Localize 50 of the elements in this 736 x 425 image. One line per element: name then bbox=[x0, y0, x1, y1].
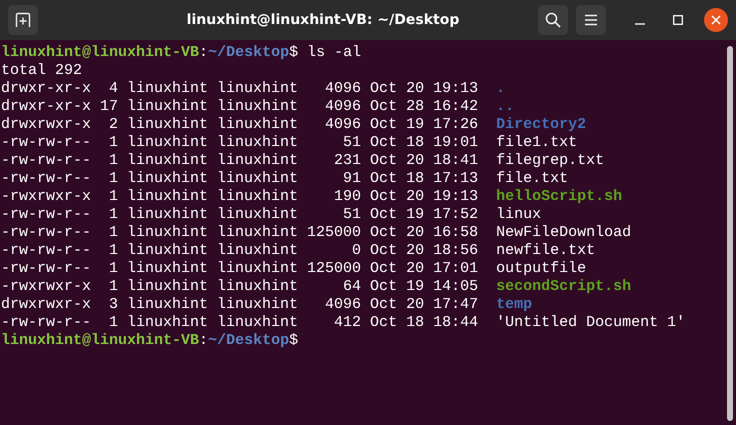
file-details: -rw-rw-r-- 1 linuxhint linuxhint 125000 Oct 20 16:58 bbox=[1, 224, 478, 241]
prompt-user-host: linuxhint@linuxhint-VB bbox=[1, 44, 200, 61]
prompt-separator: : bbox=[199, 332, 208, 349]
prompt-symbol: $ bbox=[289, 332, 298, 349]
file-details: drwxr-xr-x 4 linuxhint linuxhint 4096 Oct 20 19:13 bbox=[1, 80, 478, 97]
prompt-symbol: $ bbox=[289, 44, 298, 61]
file-details: -rw-rw-r-- 1 linuxhint linuxhint 51 Oct 19 17:52 bbox=[1, 206, 478, 223]
search-button[interactable] bbox=[538, 5, 568, 35]
window-title: linuxhint@linuxhint-VB: ~/Desktop bbox=[186, 10, 460, 30]
prompt-path: ~/Desktop bbox=[208, 44, 290, 61]
file-name: outputfile bbox=[496, 260, 586, 277]
directory-name: temp bbox=[496, 296, 532, 313]
prompt-separator: : bbox=[199, 44, 208, 61]
directory-name: .. bbox=[496, 98, 514, 115]
command-text: ls -al bbox=[307, 44, 362, 61]
minimize-icon bbox=[635, 23, 645, 25]
file-name: file.txt bbox=[496, 170, 568, 187]
menu-icon bbox=[584, 14, 598, 26]
file-details: drwxrwxr-x 2 linuxhint linuxhint 4096 Oct 19 17:26 bbox=[1, 116, 478, 133]
file-details: -rw-rw-r-- 1 linuxhint linuxhint 125000 Oct 20 17:01 bbox=[1, 260, 478, 277]
file-name: newfile.txt bbox=[496, 242, 596, 259]
file-details: -rw-rw-r-- 1 linuxhint linuxhint 0 Oct 20 18:56 bbox=[1, 242, 478, 259]
file-details: drwxr-xr-x 17 linuxhint linuxhint 4096 Oct 28 16:42 bbox=[1, 98, 478, 115]
file-details: -rw-rw-r-- 1 linuxhint linuxhint 51 Oct 18 19:01 bbox=[1, 134, 478, 151]
file-details: -rwxrwxr-x 1 linuxhint linuxhint 190 Oct 20 19:13 bbox=[1, 188, 478, 205]
prompt-user-host: linuxhint@linuxhint-VB bbox=[1, 332, 200, 349]
file-name: 'Untitled Document 1' bbox=[496, 314, 686, 331]
file-name: filegrep.txt bbox=[496, 152, 604, 169]
file-details: -rwxrwxr-x 1 linuxhint linuxhint 64 Oct 19 14:05 bbox=[1, 278, 478, 295]
file-name: NewFileDownload bbox=[496, 224, 632, 241]
file-details: drwxrwxr-x 3 linuxhint linuxhint 4096 Oct 20 17:47 bbox=[1, 296, 478, 313]
menu-button[interactable] bbox=[576, 5, 606, 35]
search-icon bbox=[545, 12, 561, 28]
script-name: secondScript.sh bbox=[496, 278, 632, 295]
file-details: -rw-rw-r-- 1 linuxhint linuxhint 91 Oct 18 17:13 bbox=[1, 170, 478, 187]
new-tab-button[interactable] bbox=[8, 5, 38, 35]
new-tab-icon bbox=[15, 12, 31, 28]
close-button[interactable] bbox=[704, 8, 728, 32]
scrollbar[interactable] bbox=[727, 46, 733, 421]
maximize-icon bbox=[673, 15, 683, 25]
close-icon bbox=[711, 15, 721, 25]
file-name: linux bbox=[496, 206, 542, 223]
file-name: file1.txt bbox=[496, 134, 578, 151]
file-details: -rw-rw-r-- 1 linuxhint linuxhint 231 Oct 20 18:41 bbox=[1, 152, 478, 169]
directory-name: Directory2 bbox=[496, 116, 586, 133]
prompt-path: ~/Desktop bbox=[208, 332, 290, 349]
directory-name: . bbox=[496, 80, 506, 97]
script-name: helloScript.sh bbox=[496, 188, 622, 205]
file-details: -rw-rw-r-- 1 linuxhint linuxhint 412 Oct 18 18:44 bbox=[1, 314, 478, 331]
output-line: total 292 bbox=[1, 62, 82, 79]
